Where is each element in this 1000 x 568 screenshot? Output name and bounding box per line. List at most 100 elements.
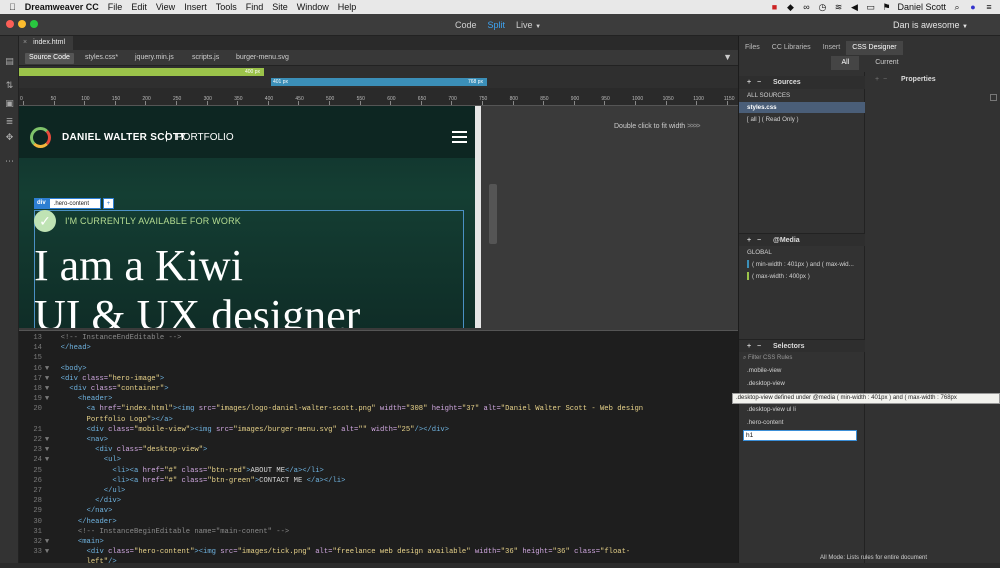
selector-hero-content[interactable]: .hero-content xyxy=(739,417,865,428)
code-line[interactable]: 19 ▼ <header> xyxy=(19,395,112,405)
source-styles-css[interactable]: styles.css xyxy=(739,102,865,113)
properties-add-remove[interactable]: + − xyxy=(875,76,887,83)
site-portfolio[interactable]: PORTFOLIO xyxy=(176,132,234,143)
show-set-checkbox[interactable] xyxy=(990,94,997,101)
code-line[interactable]: 28 </div> xyxy=(19,497,121,507)
menu-site[interactable]: Site xyxy=(272,2,288,12)
selector-desktop-view[interactable]: .desktop-view xyxy=(739,378,865,389)
code-line[interactable]: 21 <div class="mobile-view"><img src="im… xyxy=(19,426,449,436)
source-all[interactable]: ALL SOURCES xyxy=(739,90,865,101)
minimize-window-button[interactable] xyxy=(18,20,26,28)
add-source-button[interactable]: + xyxy=(747,79,751,86)
menu-find[interactable]: Find xyxy=(246,2,264,12)
volume-icon[interactable]: ◀ xyxy=(849,2,859,12)
file-management-icon[interactable]: ⇅ xyxy=(4,80,15,90)
add-selector-button[interactable]: + xyxy=(747,343,751,350)
code-line[interactable]: 18 ▼ <div class="container"> xyxy=(19,385,168,395)
menu-view[interactable]: View xyxy=(156,2,175,12)
sources-add-remove[interactable]: + − xyxy=(747,76,761,89)
media-add-remove[interactable]: + − xyxy=(747,234,761,247)
live-view-viewport[interactable]: DANIEL WALTER SCOTT | PORTFOLIO ✓ I'M CU… xyxy=(19,106,481,328)
record-icon[interactable]: ■ xyxy=(769,2,779,12)
zoom-window-button[interactable] xyxy=(30,20,38,28)
wifi-icon[interactable]: ≋ xyxy=(833,2,843,12)
fold-toggle-icon[interactable]: ▼ xyxy=(42,548,52,558)
element-hud-add-button[interactable]: + xyxy=(102,198,115,209)
viewport-resize-handle[interactable] xyxy=(489,184,497,244)
selector-desktop-view-ul-li[interactable]: .desktop-view ul li xyxy=(739,404,865,415)
menu-tools[interactable]: Tools xyxy=(216,2,237,12)
workspace-switcher[interactable]: Dan is awesome ▼ xyxy=(893,20,968,30)
inspect-icon[interactable]: ≣ xyxy=(4,116,15,126)
fold-toggle-icon[interactable]: ▼ xyxy=(42,385,52,395)
menu-file[interactable]: File xyxy=(108,2,123,12)
code-line[interactable]: 33 ▼ <div class="hero-content"><img src="… xyxy=(19,548,630,558)
menu-window[interactable]: Window xyxy=(297,2,329,12)
logo-icon[interactable] xyxy=(30,127,51,148)
media-query-max-400[interactable]: 400 px xyxy=(19,68,264,76)
related-file-burger-menu[interactable]: burger-menu.svg xyxy=(232,53,293,64)
code-line[interactable]: 13 <!-- InstanceEndEditable --> xyxy=(19,334,181,344)
remove-selector-button[interactable]: − xyxy=(757,343,761,350)
fold-toggle-icon[interactable]: ▼ xyxy=(42,446,52,456)
code-line[interactable]: 16 ▼ <body> xyxy=(19,365,86,375)
menubar-user[interactable]: Daniel Scott xyxy=(897,2,946,12)
code-line[interactable]: 14 </head> xyxy=(19,344,90,354)
media-global[interactable]: GLOBAL xyxy=(739,247,865,258)
code-line[interactable]: 15 xyxy=(19,354,52,364)
selector-mobile-view[interactable]: .mobile-view xyxy=(739,365,865,376)
related-file-scripts[interactable]: scripts.js xyxy=(188,53,223,64)
code-line[interactable]: 29 </nav> xyxy=(19,507,112,517)
dropbox-icon[interactable]: ◆ xyxy=(785,2,795,12)
code-line[interactable]: 25 <li><a href="#" class="btn-red">ABOUT… xyxy=(19,467,324,477)
burger-menu-icon[interactable] xyxy=(452,131,467,143)
menu-insert[interactable]: Insert xyxy=(184,2,207,12)
flag-icon[interactable]: ⚑ xyxy=(881,2,891,12)
selectors-add-remove[interactable]: + − xyxy=(747,340,761,353)
view-mode-code[interactable]: Code xyxy=(455,20,477,30)
menu-edit[interactable]: Edit xyxy=(131,2,147,12)
tab-insert[interactable]: Insert xyxy=(817,41,847,55)
fold-toggle-icon[interactable]: ▼ xyxy=(42,456,52,466)
code-line[interactable]: 26 <li><a href="#" class="btn-green">CON… xyxy=(19,477,345,487)
fit-width-hint[interactable]: Double click to fit width >>>> xyxy=(614,123,701,130)
code-line[interactable]: 32 ▼ <main> xyxy=(19,538,103,548)
media-query-401-768[interactable]: 401 px 768 px xyxy=(271,78,487,86)
tab-cc-libraries[interactable]: CC Libraries xyxy=(766,41,817,55)
format-source-icon[interactable]: ✥ xyxy=(4,132,15,142)
code-line[interactable]: 27 </ul> xyxy=(19,487,125,497)
code-line[interactable]: 22 ▼ <nav> xyxy=(19,436,108,446)
new-selector-input[interactable]: h1 xyxy=(743,430,857,441)
apple-icon[interactable]:  xyxy=(9,2,16,12)
app-menu[interactable]: Dreamweaver CC xyxy=(25,2,99,12)
code-line[interactable]: 31 <!-- InstanceBeginEditable name="main… xyxy=(19,528,289,538)
code-line[interactable]: 20 <a href="index.html"><img src="images… xyxy=(19,405,643,415)
related-file-jquery[interactable]: jquery.min.js xyxy=(131,53,178,64)
siri-icon[interactable]: ● xyxy=(968,2,978,12)
tab-css-designer[interactable]: CSS Designer xyxy=(846,41,903,55)
filter-related-files-icon[interactable]: ▼ xyxy=(723,52,732,62)
media-401-768[interactable]: ( min-width : 401px ) and ( max-wid... xyxy=(739,259,865,270)
close-tab-icon[interactable]: × xyxy=(23,39,27,46)
add-media-button[interactable]: + xyxy=(747,237,751,244)
mode-current-button[interactable]: Current xyxy=(865,56,908,70)
fold-toggle-icon[interactable]: ▼ xyxy=(42,395,52,405)
code-line[interactable]: 17 ▼ <div class="hero-image"> xyxy=(19,375,164,385)
document-tab[interactable]: × index.html xyxy=(19,36,73,50)
view-mode-live[interactable]: Live ▼ xyxy=(516,20,541,30)
code-line[interactable]: Portfolio Logo"></a> xyxy=(19,416,173,426)
fold-toggle-icon[interactable]: ▼ xyxy=(42,538,52,548)
live-view-options-icon[interactable]: ▣ xyxy=(4,98,15,108)
code-view[interactable]: 13 <!-- InstanceEndEditable --> 14 </head… xyxy=(19,330,738,566)
related-file-styles[interactable]: styles.css* xyxy=(81,53,122,64)
time-machine-icon[interactable]: ◷ xyxy=(817,2,827,12)
media-max-400[interactable]: ( max-width : 400px ) xyxy=(739,271,865,282)
filter-css-rules[interactable]: ⌕ Filter CSS Rules xyxy=(743,353,861,364)
view-mode-split[interactable]: Split xyxy=(488,20,506,30)
code-line[interactable]: 24 ▼ <ul> xyxy=(19,456,121,466)
code-line[interactable]: 23 ▼ <div class="desktop-view"> xyxy=(19,446,207,456)
more-tools-icon[interactable]: ⋯ xyxy=(4,156,15,166)
code-line[interactable]: left"/> xyxy=(19,558,117,568)
source-read-only[interactable]: [ all ] ( Read Only ) xyxy=(739,114,865,125)
notification-center-icon[interactable]: ≡ xyxy=(984,2,994,12)
